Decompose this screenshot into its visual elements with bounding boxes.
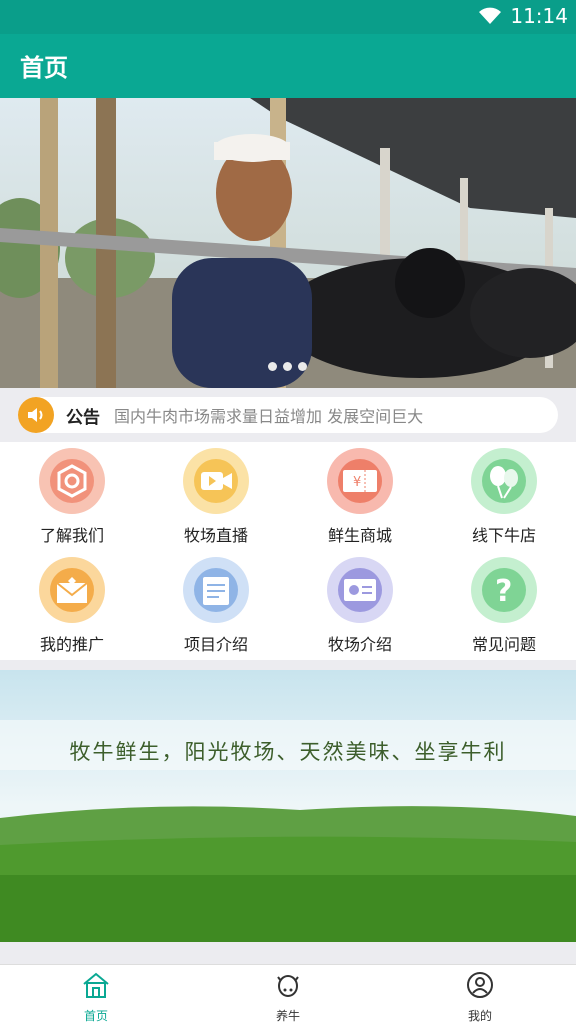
balloon-icon — [471, 448, 537, 514]
home-icon — [83, 972, 109, 998]
bottom-tab-bar: 首页 养牛 我的 — [0, 964, 576, 1024]
status-right: 11:14 — [478, 4, 568, 28]
svg-text:¥: ¥ — [353, 475, 361, 490]
menu-item-faq[interactable]: ? 常见问题 — [432, 551, 576, 660]
tab-label: 我的 — [467, 1009, 492, 1023]
svg-text:?: ? — [495, 574, 512, 609]
user-icon — [467, 972, 493, 998]
promotion-mail-icon — [39, 557, 105, 623]
notice-label: 公告 — [66, 407, 100, 428]
menu-item-ranch[interactable]: 牧场介绍 — [288, 551, 432, 660]
menu-label: 牧场介绍 — [327, 635, 392, 654]
menu-item-live[interactable]: 牧场直播 — [144, 442, 288, 551]
menu-item-promotion[interactable]: 我的推广 — [0, 551, 144, 660]
promo-banner[interactable]: 牧牛鲜生，阳光牧场、天然美味、坐享牛利 — [0, 670, 576, 942]
tab-home[interactable]: 首页 — [46, 971, 146, 1024]
banner-image — [0, 98, 576, 388]
banner-carousel[interactable] — [0, 98, 576, 388]
menu-grid: 了解我们 牧场直播 ¥ 鲜生商城 线下牛店 我的推广 项目介绍 牧场介绍 ? 常… — [0, 442, 576, 660]
tab-label: 养牛 — [275, 1009, 300, 1023]
document-icon — [183, 557, 249, 623]
carousel-dot[interactable] — [283, 362, 292, 371]
cow-face-icon — [277, 975, 299, 997]
promo-slogan: 牧牛鲜生，阳光牧场、天然美味、坐享牛利 — [69, 740, 507, 764]
carousel-dot[interactable] — [298, 362, 307, 371]
live-camera-icon — [183, 448, 249, 514]
pasture-image — [0, 670, 576, 942]
menu-item-about-us[interactable]: 了解我们 — [0, 442, 144, 551]
menu-item-mall[interactable]: ¥ 鲜生商城 — [288, 442, 432, 551]
about-us-icon — [39, 448, 105, 514]
notice-bar[interactable]: 公告 国内牛肉市场需求量日益增加 发展空间巨大 — [18, 397, 558, 433]
menu-item-project[interactable]: 项目介绍 — [144, 551, 288, 660]
carousel-dot[interactable] — [268, 362, 277, 371]
presentation-board-icon — [327, 557, 393, 623]
menu-label: 项目介绍 — [183, 635, 248, 654]
menu-label: 鲜生商城 — [327, 526, 392, 545]
mall-voucher-icon: ¥ — [327, 448, 393, 514]
page-title: 首页 — [20, 54, 68, 82]
tab-label: 首页 — [83, 1009, 108, 1023]
status-bar: 11:14 — [0, 0, 576, 34]
menu-label: 线下牛店 — [471, 526, 536, 545]
menu-item-offline-store[interactable]: 线下牛店 — [432, 442, 576, 551]
tab-mine[interactable]: 我的 — [430, 971, 530, 1024]
notice-text: 国内牛肉市场需求量日益增加 发展空间巨大 — [114, 407, 424, 426]
status-time: 11:14 — [510, 4, 568, 28]
notice-section: 公告 国内牛肉市场需求量日益增加 发展空间巨大 — [0, 388, 576, 442]
carousel-indicators — [268, 362, 307, 371]
menu-label: 牧场直播 — [183, 526, 248, 545]
menu-label: 我的推广 — [39, 635, 104, 654]
tab-raise-cattle[interactable]: 养牛 — [238, 971, 338, 1024]
app-bar: 首页 — [0, 34, 576, 98]
speaker-icon — [18, 397, 54, 433]
wifi-icon — [479, 7, 502, 24]
question-mark-icon: ? — [471, 557, 537, 623]
menu-label: 常见问题 — [471, 635, 536, 654]
menu-label: 了解我们 — [39, 526, 104, 545]
